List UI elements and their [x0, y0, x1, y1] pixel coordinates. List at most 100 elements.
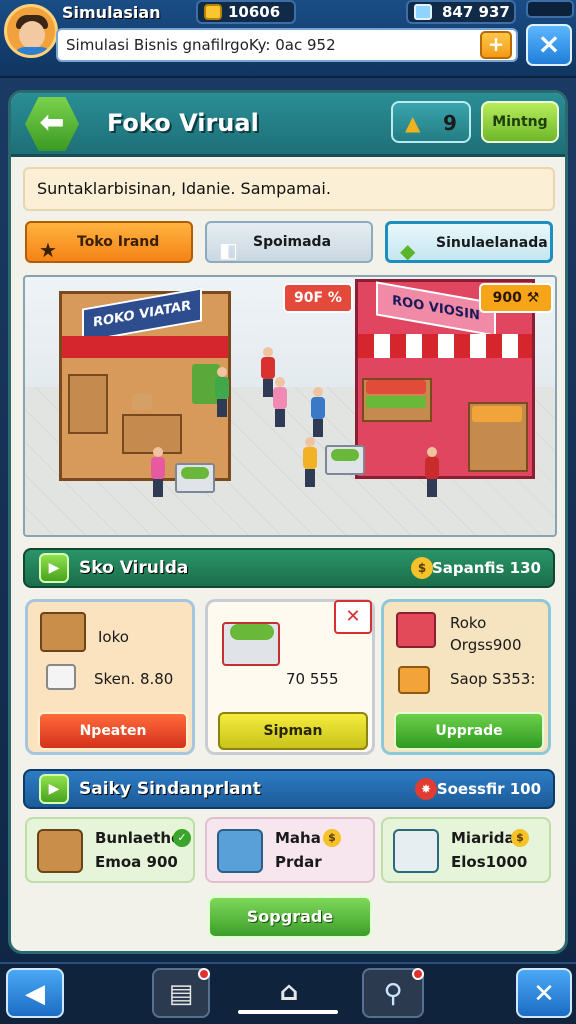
store-card[interactable]: ✕ 70 555 Sipman [205, 599, 375, 755]
card-stat: 70 555 [286, 670, 339, 688]
left-booth[interactable]: ROKO VIATAR [59, 287, 231, 481]
coin-icon: $ [411, 557, 433, 579]
section-sales-bar[interactable]: ▶ Saiky Sindanprlant ✸ Soessfir 100 [23, 769, 555, 809]
shopping-cart [325, 445, 365, 475]
tab-label: Spoimada [253, 234, 332, 250]
vegetables [230, 624, 274, 640]
remove-icon[interactable]: ✕ [334, 600, 372, 634]
home-indicator [238, 1010, 338, 1014]
right-booth-sign: ROO VIOSIN [376, 281, 496, 337]
rank-badge[interactable]: ▲ 9 [391, 101, 471, 143]
tab-spoimada[interactable]: ◧ Spoimada [205, 221, 373, 263]
close-icon[interactable]: ✕ [516, 968, 572, 1018]
page-icon: ◧ [219, 238, 238, 262]
package-icon [46, 664, 76, 690]
card-action-button[interactable]: Sipman [218, 712, 368, 750]
store-card[interactable]: Ioko Sken. 8.80 Npeaten [25, 599, 195, 755]
search-icon[interactable]: ⚲ [362, 968, 424, 1018]
avatar-shirt [13, 47, 53, 55]
mini-card-value: Elos1000 [451, 853, 528, 871]
avatar-face [19, 21, 45, 49]
left-awning [62, 336, 228, 358]
card-name: Roko [450, 614, 487, 632]
card-stat: Orgss900 [450, 636, 522, 654]
coin-icon: $ [323, 829, 341, 847]
panel-header: ⬅ Foko Virual ▲ 9 Mintng [11, 93, 565, 157]
shopping-cart [175, 463, 215, 493]
gem-green-icon: ◆ [400, 239, 416, 263]
alert-icon: ✸ [415, 778, 437, 800]
shield-icon [393, 829, 439, 873]
shopper [215, 367, 229, 417]
coin-value: 10606 [228, 3, 281, 21]
play-icon[interactable]: ▶ [39, 553, 69, 583]
hud-slot [526, 0, 574, 18]
bottom-nav: ◀ ▤ ⌂ ⚲ ✕ [0, 962, 576, 1024]
upgrade-main-button[interactable]: Sopgrade [207, 895, 373, 939]
price-tag-right[interactable]: 900 ⚒ [479, 283, 553, 313]
shopper [273, 377, 287, 427]
section-store-bar[interactable]: ▶ Sko Virulda $ Sapanfis 130 [23, 548, 555, 588]
mini-card[interactable]: Bunlaethe Emoa 900 ✓ [25, 817, 195, 883]
check-icon: ✓ [173, 829, 191, 847]
produce-green [366, 396, 426, 408]
tab-label: Sinulaelanada [436, 235, 548, 251]
tab-simulation[interactable]: ◆ Sinulaelanada [385, 221, 553, 263]
close-icon[interactable]: × [526, 24, 572, 66]
produce-orange [472, 406, 522, 422]
mini-card-value: Emoa 900 [95, 853, 178, 871]
section-right-label: Soessfir 100 [436, 780, 541, 798]
mini-card[interactable]: Miarida Elos1000 $ [381, 817, 551, 883]
left-booth-sign: ROKO VIATAR [82, 287, 202, 343]
tab-label: Toko Irand [77, 234, 160, 250]
shop-icon [396, 612, 436, 648]
crate-icon [37, 829, 83, 873]
play-icon[interactable]: ▶ [39, 774, 69, 804]
shopper [303, 437, 317, 487]
back-icon[interactable]: ◀ [6, 968, 64, 1018]
notice-banner: Suntaklarbisinan, Idanie. Sampamai. [23, 167, 555, 211]
upgrade-button[interactable]: Upprade [394, 712, 544, 750]
back-arrow-icon[interactable]: ⬅ [25, 97, 79, 151]
store-scene[interactable]: ROKO VIATAR ROO VIOSIN 90F % 900 ⚒ [23, 275, 557, 537]
trash-icon[interactable]: ▤ [152, 968, 210, 1018]
mini-card-title: Miarida [451, 829, 515, 847]
store-title: Foko Virual [107, 109, 259, 137]
gem-icon [414, 4, 432, 20]
mini-card[interactable]: Maha Prdar $ [205, 817, 375, 883]
plus-icon[interactable]: + [480, 31, 512, 59]
store-card[interactable]: Roko Orgss900 Saop S353: Upprade [381, 599, 551, 755]
notification-dot [198, 968, 210, 980]
right-awning [358, 334, 532, 358]
crate-icon [40, 612, 86, 652]
shopper [151, 447, 165, 497]
star-icon: ★ [39, 238, 57, 262]
gem-counter: 847 937 [406, 0, 516, 24]
produce-red [366, 380, 426, 394]
coin-counter: 10606 [196, 0, 296, 24]
game-name: Simulasian [62, 3, 161, 22]
shopper [425, 447, 439, 497]
section-title: Sko Virulda [79, 558, 189, 578]
coin-icon: $ [511, 829, 529, 847]
card-action-button[interactable]: Npeaten [38, 712, 188, 750]
section-right-label: Sapanfis 130 [431, 559, 541, 577]
price-tag-left[interactable]: 90F % [283, 283, 353, 313]
trophy-icon: ▲ [405, 111, 421, 135]
gem-value: 847 937 [442, 3, 510, 21]
search-input[interactable]: Simulasi Bisnis gnafilrgoKy: 0ac 952 [56, 28, 518, 62]
setting-button[interactable]: Mintng [481, 101, 559, 143]
section-title: Saiky Sindanprlant [79, 779, 261, 799]
mini-card-title: Maha [275, 829, 321, 847]
store-panel: ⬅ Foko Virual ▲ 9 Mintng Suntaklarbisina… [8, 90, 568, 954]
card-name: Ioko [98, 628, 129, 646]
basket-icon [217, 829, 263, 873]
player-avatar[interactable] [4, 4, 58, 58]
mini-card-title: Bunlaethe [95, 829, 182, 847]
tab-toko-brand[interactable]: ★ Toko Irand [25, 221, 193, 263]
box-goods [132, 394, 152, 410]
box-icon [398, 666, 430, 694]
coin-icon [204, 4, 222, 20]
shelf [68, 374, 108, 434]
rank-value: 9 [443, 111, 457, 135]
